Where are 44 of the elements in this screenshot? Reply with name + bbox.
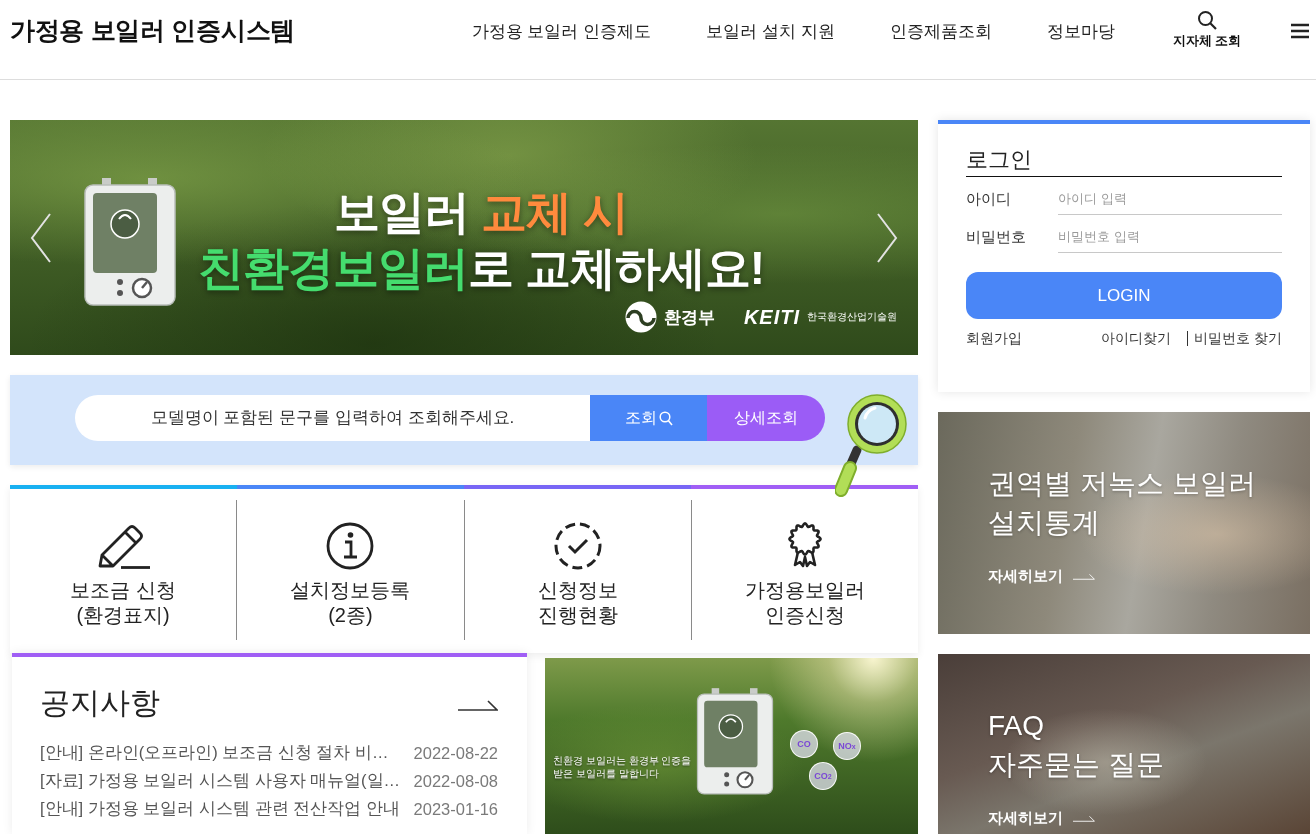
site-title: 가정용 보일러 인증시스템: [10, 15, 295, 45]
notice-date: 2023-01-16: [413, 799, 498, 819]
notice-link[interactable]: [안내] 온라인(오프라인) 보조금 신청 절차 비…: [40, 742, 389, 764]
quick-menu-link[interactable]: 보조금 신청 (환경표지): [10, 500, 237, 640]
nav-link[interactable]: 가정용 보일러 인증제도: [471, 21, 652, 43]
quick-menu-link[interactable]: 가정용보일러 인증신청: [691, 500, 918, 640]
panel-title: 로그인: [966, 146, 1282, 177]
account-link[interactable]: 비밀번호 찾기: [1187, 330, 1282, 346]
field-label: 아이디: [966, 189, 1012, 209]
card-title: 권역별 저녹스 보일러 설치통계: [988, 467, 1257, 540]
agency-name: 한국환경산업기술원: [807, 310, 897, 324]
search-field[interactable]: 모델명이 포함된 문구를 입력하여 조회해주세요.: [75, 395, 590, 441]
gas-bubble: CO: [790, 730, 818, 758]
emblem-icon: [624, 301, 657, 333]
notice-link[interactable]: [자료] 가정용 보일러 시스템 사용자 매뉴얼(일…: [40, 770, 401, 792]
search-icon: [658, 410, 673, 426]
quick-menu-link[interactable]: 설치정보등록 (2종): [237, 500, 464, 640]
banner-headline: 보일러 교체 시: [334, 185, 628, 240]
field-label: 비밀번호: [966, 227, 1027, 247]
account-link[interactable]: 아이디찾기: [1101, 329, 1172, 347]
info-icon: [325, 521, 376, 571]
section-title: 공지사항: [40, 685, 160, 721]
nav-link[interactable]: 정보마당: [1046, 21, 1115, 43]
search-icon: [1196, 10, 1217, 30]
detail-search-button[interactable]: 상세조회: [707, 395, 825, 441]
notice-date: 2022-08-22: [413, 743, 498, 763]
quick-menu-link[interactable]: 신청정보 진행현황: [464, 500, 691, 640]
photo-caption: 친환경 보일러는 환경부 인증을 받은 보일러를 말합니다: [553, 754, 692, 780]
agency-logo: KEITI: [743, 305, 800, 329]
ministry-name: 환경부: [663, 306, 715, 329]
nav-link[interactable]: 보일러 설치 지원: [706, 21, 835, 43]
account-link[interactable]: 회원가입: [966, 329, 1022, 347]
search-button[interactable]: 지자체 조회: [1172, 10, 1241, 50]
check-circle-icon: [552, 521, 603, 571]
more-link[interactable]: 자세히보기: [988, 566, 1095, 586]
nav-link[interactable]: 인증제품조회: [889, 21, 992, 43]
chevron-left-icon[interactable]: [30, 213, 52, 263]
menu-icon[interactable]: [1291, 23, 1309, 39]
notice-link[interactable]: [안내] 가정용 보일러 시스템 관련 전산작업 안내: [40, 798, 400, 820]
more-link[interactable]: 자세히보기: [988, 808, 1095, 828]
notice-date: 2022-08-08: [413, 771, 498, 791]
banner-headline: 친환경보일러로 교체하세요!: [197, 241, 765, 296]
card-title: FAQ 자주묻는 질문: [988, 709, 1165, 782]
chevron-right-icon[interactable]: [876, 213, 898, 263]
